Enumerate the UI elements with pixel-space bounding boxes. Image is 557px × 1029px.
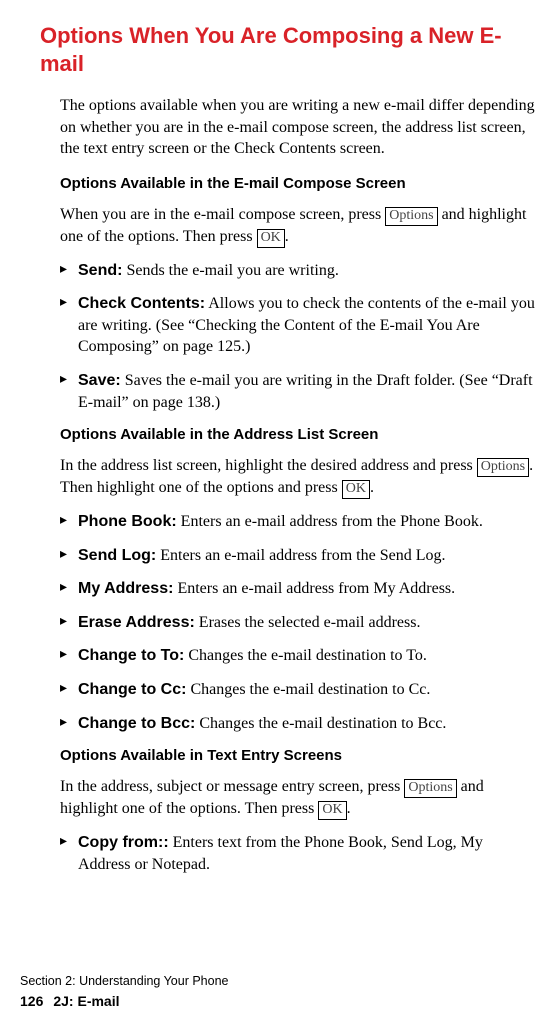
item-label: Change to Cc: xyxy=(78,681,186,698)
list-item: Phone Book: Enters an e-mail address fro… xyxy=(60,511,537,533)
list-item: Save: Saves the e-mail you are writing i… xyxy=(60,370,537,413)
list-item: Copy from:: Enters text from the Phone B… xyxy=(60,832,537,875)
item-label: Change to To: xyxy=(78,647,184,664)
section-heading-address: Options Available in the Address List Sc… xyxy=(42,425,537,445)
item-label: Save: xyxy=(78,372,121,389)
item-text: Changes the e-mail destination to To. xyxy=(184,647,427,664)
section1-list: Send: Sends the e-mail you are writing. … xyxy=(42,260,537,414)
item-text: Sends the e-mail you are writing. xyxy=(122,262,338,279)
ok-key: OK xyxy=(318,801,346,820)
section3-intro-c: . xyxy=(347,800,351,817)
options-key: Options xyxy=(477,458,529,477)
item-text: Enters an e-mail address from the Phone … xyxy=(177,513,483,530)
item-label: Send: xyxy=(78,262,122,279)
item-label: Phone Book: xyxy=(78,513,177,530)
list-item: Send: Sends the e-mail you are writing. xyxy=(60,260,537,282)
section-heading-text-entry: Options Available in Text Entry Screens xyxy=(42,746,537,766)
section1-intro-a: When you are in the e-mail compose scree… xyxy=(60,206,385,223)
section3-intro: In the address, subject or message entry… xyxy=(42,776,537,820)
options-key: Options xyxy=(385,207,437,226)
list-item: Send Log: Enters an e-mail address from … xyxy=(60,545,537,567)
item-label: Copy from:: xyxy=(78,834,169,851)
item-text: Erases the selected e-mail address. xyxy=(195,614,421,631)
footer-section: Section 2: Understanding Your Phone xyxy=(20,973,229,990)
list-item: Change to Cc: Changes the e-mail destina… xyxy=(60,679,537,701)
ok-key: OK xyxy=(342,480,370,499)
item-text: Saves the e-mail you are writing in the … xyxy=(78,372,533,411)
item-label: Check Contents: xyxy=(78,295,205,312)
footer-page-line: 126 2J: E-mail xyxy=(20,992,229,1011)
item-label: Change to Bcc: xyxy=(78,715,195,732)
section-heading-compose: Options Available in the E-mail Compose … xyxy=(42,174,537,194)
page-number: 126 xyxy=(20,992,43,1011)
list-item: Change to Bcc: Changes the e-mail destin… xyxy=(60,713,537,735)
section2-intro-c: . xyxy=(370,479,374,496)
section1-intro: When you are in the e-mail compose scree… xyxy=(42,204,537,248)
page-footer: Section 2: Understanding Your Phone 126 2… xyxy=(20,973,229,1011)
intro-paragraph: The options available when you are writi… xyxy=(42,95,537,160)
item-label: My Address: xyxy=(78,580,173,597)
section3-list: Copy from:: Enters text from the Phone B… xyxy=(42,832,537,875)
section1-intro-c: . xyxy=(285,228,289,245)
section2-intro: In the address list screen, highlight th… xyxy=(42,455,537,499)
item-label: Erase Address: xyxy=(78,614,195,631)
chapter-label: 2J: E-mail xyxy=(53,993,119,1009)
list-item: Erase Address: Erases the selected e-mai… xyxy=(60,612,537,634)
page-title: Options When You Are Composing a New E-m… xyxy=(40,22,537,77)
item-text: Enters an e-mail address from the Send L… xyxy=(156,547,445,564)
list-item: Check Contents: Allows you to check the … xyxy=(60,293,537,358)
list-item: Change to To: Changes the e-mail destina… xyxy=(60,645,537,667)
item-text: Changes the e-mail destination to Bcc. xyxy=(195,715,446,732)
options-key: Options xyxy=(404,779,456,798)
list-item: My Address: Enters an e-mail address fro… xyxy=(60,578,537,600)
section2-list: Phone Book: Enters an e-mail address fro… xyxy=(42,511,537,734)
item-label: Send Log: xyxy=(78,547,156,564)
item-text: Changes the e-mail destination to Cc. xyxy=(186,681,430,698)
section3-intro-a: In the address, subject or message entry… xyxy=(60,778,404,795)
section2-intro-a: In the address list screen, highlight th… xyxy=(60,457,477,474)
item-text: Enters an e-mail address from My Address… xyxy=(173,580,455,597)
ok-key: OK xyxy=(257,229,285,248)
